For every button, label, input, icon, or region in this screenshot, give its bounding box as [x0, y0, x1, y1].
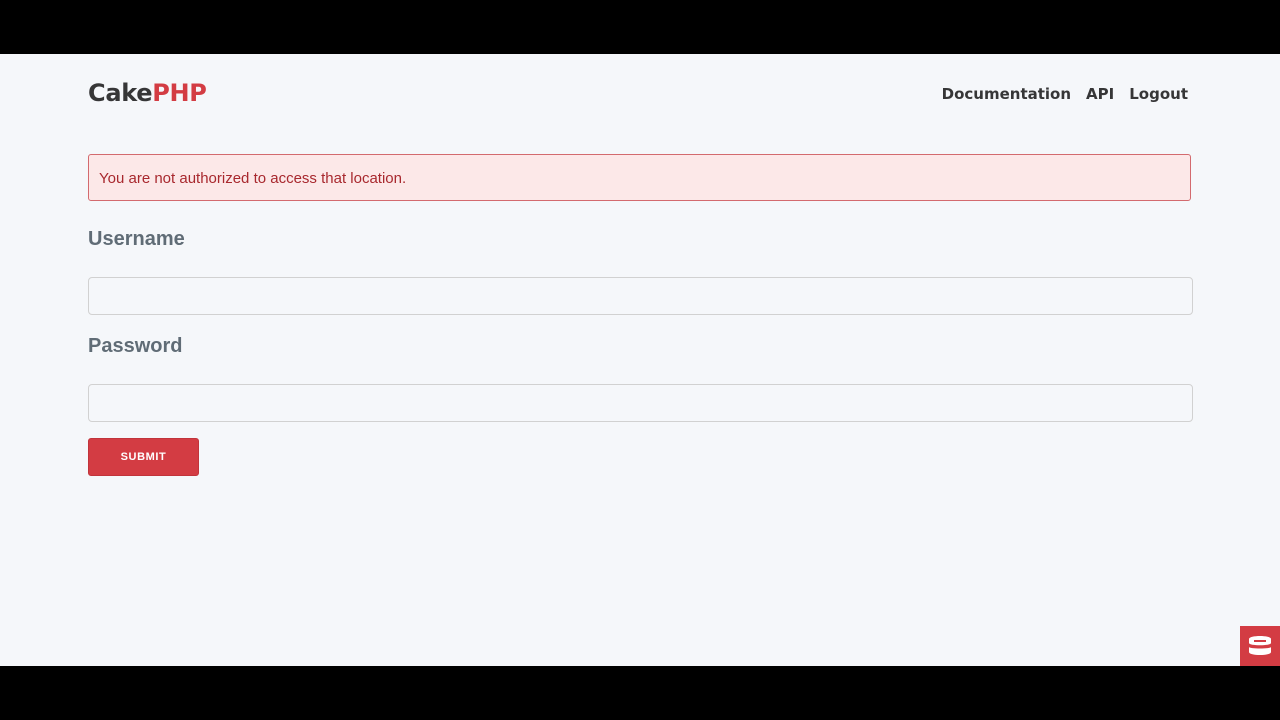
- nav-logout-link[interactable]: Logout: [1129, 85, 1188, 103]
- nav-documentation-link[interactable]: Documentation: [942, 85, 1071, 103]
- nav-api-link[interactable]: API: [1086, 85, 1114, 103]
- letterbox-bottom: [0, 666, 1280, 720]
- password-input[interactable]: [88, 384, 1193, 422]
- brand-logo[interactable]: CakePHP: [88, 79, 207, 107]
- brand-text-php: PHP: [152, 79, 207, 107]
- debug-kit-toolbar-button[interactable]: [1240, 626, 1280, 666]
- brand-text-cake: Cake: [88, 79, 153, 107]
- password-label: Password: [88, 335, 183, 357]
- submit-button[interactable]: SUBMIT: [88, 438, 199, 476]
- cakephp-debug-kit-icon: [1249, 636, 1271, 655]
- top-nav: Documentation API Logout: [942, 85, 1188, 103]
- flash-error-message[interactable]: You are not authorized to access that lo…: [88, 154, 1191, 201]
- username-label: Username: [88, 228, 185, 250]
- letterbox-top: [0, 0, 1280, 54]
- login-page: CakePHP Documentation API Logout You are…: [0, 54, 1280, 666]
- username-input[interactable]: [88, 277, 1193, 315]
